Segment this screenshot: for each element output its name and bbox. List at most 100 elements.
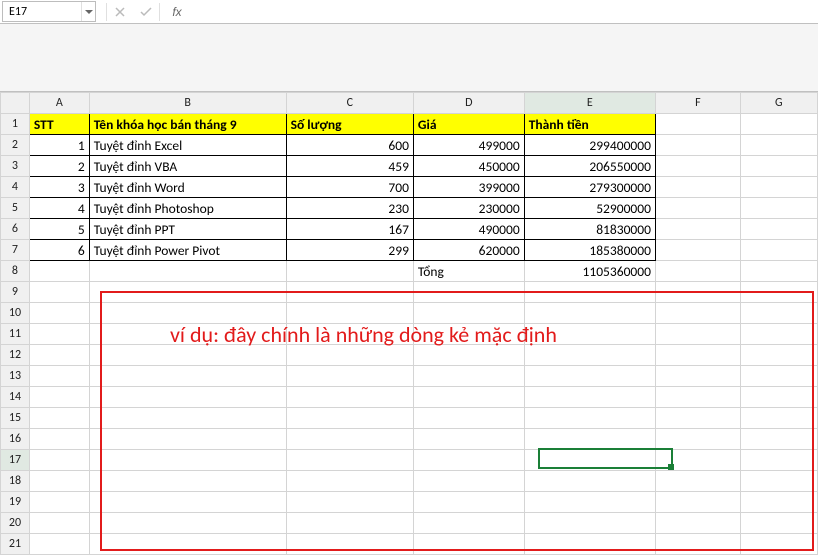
cell-B9[interactable]	[89, 282, 286, 303]
cell-C12[interactable]	[286, 345, 413, 366]
cell-F6[interactable]	[655, 219, 740, 240]
cell-F3[interactable]	[655, 156, 740, 177]
cell-A21[interactable]	[29, 534, 89, 555]
cell-F13[interactable]	[655, 366, 740, 387]
cell-B19[interactable]	[89, 492, 286, 513]
column-header-C[interactable]: C	[286, 93, 413, 114]
cell-G12[interactable]	[740, 345, 817, 366]
cell-E12[interactable]	[524, 345, 655, 366]
row-header-11[interactable]: 11	[1, 324, 30, 345]
cell-A18[interactable]	[29, 471, 89, 492]
cell-B3[interactable]: Tuyệt đỉnh VBA	[89, 156, 286, 177]
cell-B13[interactable]	[89, 366, 286, 387]
cell-C14[interactable]	[286, 387, 413, 408]
cell-F9[interactable]	[655, 282, 740, 303]
row-header-17[interactable]: 17	[1, 450, 30, 471]
cell-D12[interactable]	[413, 345, 524, 366]
cell-F5[interactable]	[655, 198, 740, 219]
cell-F10[interactable]	[655, 303, 740, 324]
row-header-8[interactable]: 8	[1, 261, 30, 282]
row-header-7[interactable]: 7	[1, 240, 30, 261]
cell-E19[interactable]	[524, 492, 655, 513]
cell-D5[interactable]: 230000	[413, 198, 524, 219]
worksheet[interactable]: ABCDEFG1STTTên khóa học bán tháng 9Số lư…	[0, 92, 818, 555]
cell-F8[interactable]	[655, 261, 740, 282]
cell-C11[interactable]	[286, 324, 413, 345]
cell-D21[interactable]	[413, 534, 524, 555]
row-header-1[interactable]: 1	[1, 114, 30, 135]
row-header-21[interactable]: 21	[1, 534, 30, 555]
cell-C18[interactable]	[286, 471, 413, 492]
cell-B17[interactable]	[89, 450, 286, 471]
cell-E7[interactable]: 185380000	[524, 240, 655, 261]
cell-G8[interactable]	[740, 261, 817, 282]
cell-E9[interactable]	[524, 282, 655, 303]
insert-function-button[interactable]: fx	[160, 1, 186, 22]
cell-E2[interactable]: 299400000	[524, 135, 655, 156]
cell-D14[interactable]	[413, 387, 524, 408]
row-header-4[interactable]: 4	[1, 177, 30, 198]
cell-G1[interactable]	[740, 114, 817, 135]
cell-F11[interactable]	[655, 324, 740, 345]
cell-B21[interactable]	[89, 534, 286, 555]
cell-F12[interactable]	[655, 345, 740, 366]
cell-B6[interactable]: Tuyệt đỉnh PPT	[89, 219, 286, 240]
cell-G2[interactable]	[740, 135, 817, 156]
cell-A11[interactable]	[29, 324, 89, 345]
cell-F18[interactable]	[655, 471, 740, 492]
name-box[interactable]: E17	[2, 1, 96, 22]
row-header-6[interactable]: 6	[1, 219, 30, 240]
cell-D4[interactable]: 399000	[413, 177, 524, 198]
cell-C3[interactable]: 459	[286, 156, 413, 177]
column-header-A[interactable]: A	[29, 93, 89, 114]
cell-G17[interactable]	[740, 450, 817, 471]
cell-G10[interactable]	[740, 303, 817, 324]
row-header-10[interactable]: 10	[1, 303, 30, 324]
cell-G7[interactable]	[740, 240, 817, 261]
cell-D13[interactable]	[413, 366, 524, 387]
cell-B4[interactable]: Tuyệt đỉnh Word	[89, 177, 286, 198]
cell-G14[interactable]	[740, 387, 817, 408]
cell-C1[interactable]: Số lượng	[286, 114, 413, 135]
cell-C15[interactable]	[286, 408, 413, 429]
row-header-2[interactable]: 2	[1, 135, 30, 156]
name-box-dropdown[interactable]	[81, 2, 95, 21]
row-header-13[interactable]: 13	[1, 366, 30, 387]
cell-B8[interactable]	[89, 261, 286, 282]
cell-E4[interactable]: 279300000	[524, 177, 655, 198]
select-all-corner[interactable]	[1, 93, 30, 114]
column-header-G[interactable]: G	[740, 93, 817, 114]
cell-D15[interactable]	[413, 408, 524, 429]
column-header-D[interactable]: D	[413, 93, 524, 114]
cell-E1[interactable]: Thành tiền	[524, 114, 655, 135]
cell-A6[interactable]: 5	[29, 219, 89, 240]
cell-F4[interactable]	[655, 177, 740, 198]
cell-F7[interactable]	[655, 240, 740, 261]
row-header-19[interactable]: 19	[1, 492, 30, 513]
cell-E16[interactable]	[524, 429, 655, 450]
cell-F2[interactable]	[655, 135, 740, 156]
cell-F1[interactable]	[655, 114, 740, 135]
cell-G9[interactable]	[740, 282, 817, 303]
cell-A17[interactable]	[29, 450, 89, 471]
cell-C9[interactable]	[286, 282, 413, 303]
cell-E10[interactable]	[524, 303, 655, 324]
cell-C5[interactable]: 230	[286, 198, 413, 219]
cell-G11[interactable]	[740, 324, 817, 345]
cell-C21[interactable]	[286, 534, 413, 555]
cell-B7[interactable]: Tuyệt đỉnh Power Pivot	[89, 240, 286, 261]
row-header-14[interactable]: 14	[1, 387, 30, 408]
cell-E17[interactable]	[524, 450, 655, 471]
cell-A16[interactable]	[29, 429, 89, 450]
cell-B16[interactable]	[89, 429, 286, 450]
cell-D16[interactable]	[413, 429, 524, 450]
cell-D20[interactable]	[413, 513, 524, 534]
row-header-16[interactable]: 16	[1, 429, 30, 450]
column-header-F[interactable]: F	[655, 93, 740, 114]
row-header-18[interactable]: 18	[1, 471, 30, 492]
cell-D6[interactable]: 490000	[413, 219, 524, 240]
cell-G21[interactable]	[740, 534, 817, 555]
row-header-12[interactable]: 12	[1, 345, 30, 366]
cell-E5[interactable]: 52900000	[524, 198, 655, 219]
cell-C16[interactable]	[286, 429, 413, 450]
